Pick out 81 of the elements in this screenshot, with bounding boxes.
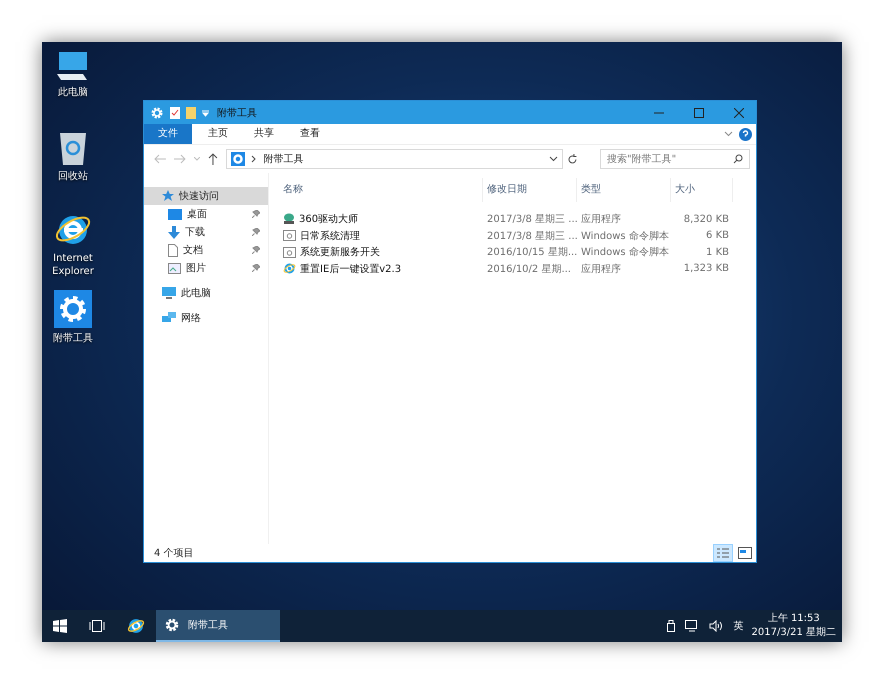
- gear-icon[interactable]: [54, 290, 92, 328]
- up-arrow-icon[interactable]: [208, 153, 218, 165]
- nav-item[interactable]: 文档: [144, 241, 268, 259]
- desktop-icon-label[interactable]: 附带工具: [43, 332, 103, 345]
- nav-item[interactable]: 下载: [144, 223, 268, 241]
- maximize-icon[interactable]: [694, 108, 704, 118]
- pin-icon[interactable]: [252, 264, 260, 272]
- app-icon: [283, 213, 295, 226]
- dropdown-icon[interactable]: [202, 108, 209, 116]
- size-cell-text: 8,320 KB: [682, 214, 730, 225]
- start-icon[interactable]: [53, 619, 67, 633]
- nav-item[interactable]: 快速访问: [144, 187, 268, 205]
- type-cell-text: 应用程序: [580, 262, 622, 276]
- date-cell-text: 2016/10/15 星期...: [486, 246, 577, 260]
- column-header[interactable]: 名称: [279, 178, 483, 202]
- file-name[interactable]: 重置IE后一键设置v2.3: [279, 262, 483, 276]
- taskbar-app-button[interactable]: 附带工具: [156, 610, 280, 642]
- chevron-right-icon: [250, 155, 256, 163]
- pin-icon[interactable]: [252, 246, 260, 254]
- desktop-icon-label[interactable]: Internet Explorer: [43, 252, 103, 278]
- size-cell-text: 1 KB: [705, 246, 730, 258]
- gear-icon: [150, 106, 164, 120]
- file-menu-tab[interactable]: 文件: [144, 124, 192, 144]
- recycle-bin-icon[interactable]: [58, 130, 88, 166]
- download-arrow-icon: [168, 226, 180, 238]
- type-cell-text: Windows 命令脚本: [580, 246, 670, 260]
- nav-item[interactable]: 网络: [144, 309, 268, 327]
- gear-icon: [230, 152, 245, 166]
- network-icon: [162, 312, 176, 324]
- file-name[interactable]: 系统更新服务开关: [279, 245, 483, 260]
- desktop-icon-label[interactable]: 回收站: [43, 170, 103, 183]
- picture-icon: [168, 262, 181, 274]
- network-icon[interactable]: [684, 620, 699, 632]
- size-cell-text: 1,323 KB: [682, 263, 730, 274]
- pin-icon[interactable]: [252, 228, 260, 236]
- column-header[interactable]: 类型: [577, 178, 671, 202]
- window-title: 附带工具: [217, 106, 257, 120]
- date-cell-text: 2016/10/2 星期...: [486, 262, 572, 276]
- search-field[interactable]: 搜索"附带工具": [600, 149, 750, 169]
- desktop-icon-label[interactable]: 此电脑: [43, 86, 103, 99]
- details-view-icon[interactable]: [714, 545, 732, 561]
- nav-item[interactable]: 图片: [144, 259, 268, 277]
- document-icon: [168, 244, 178, 256]
- address-bar[interactable]: 附带工具: [226, 149, 564, 169]
- task-view-icon[interactable]: [89, 620, 105, 632]
- usb-icon[interactable]: [666, 620, 675, 632]
- ie-icon[interactable]: [127, 617, 145, 635]
- ribbon-tab[interactable]: 共享: [244, 124, 284, 144]
- chevron-down-icon[interactable]: [549, 156, 558, 162]
- script-file-icon: [283, 230, 296, 242]
- star-icon: [162, 190, 174, 202]
- ie-icon: [283, 262, 296, 276]
- input-language[interactable]: 英: [734, 619, 744, 633]
- chevron-icon[interactable]: [724, 131, 733, 137]
- computer-icon: [162, 287, 176, 299]
- nav-item[interactable]: 桌面: [144, 205, 268, 223]
- search-icon: [733, 154, 743, 164]
- close-icon[interactable]: [734, 108, 744, 118]
- size-cell-text: 6 KB: [705, 230, 730, 242]
- item-count: 4 个项目: [154, 547, 194, 560]
- type-cell-text: Windows 命令脚本: [580, 230, 670, 243]
- desktop-icon: [168, 208, 182, 220]
- help-icon[interactable]: [739, 128, 752, 140]
- type-cell-text: 应用程序: [580, 212, 622, 226]
- script-file-icon: [283, 246, 296, 258]
- volume-icon[interactable]: [708, 620, 723, 632]
- refresh-icon[interactable]: [567, 154, 578, 164]
- file-name[interactable]: 日常系统清理: [279, 228, 483, 243]
- pin-icon[interactable]: [252, 210, 260, 218]
- gear-icon: [164, 617, 180, 633]
- file-name[interactable]: 360驱动大师: [279, 212, 483, 226]
- column-header[interactable]: 修改日期: [483, 178, 577, 202]
- date-cell-text: 2017/3/8 星期三 ...: [486, 212, 577, 226]
- nav-item[interactable]: 此电脑: [144, 284, 268, 302]
- date-cell-text: 2017/3/8 星期三 ...: [486, 230, 577, 243]
- preview-view-icon[interactable]: [736, 545, 754, 561]
- ribbon-tab[interactable]: 主页: [198, 124, 238, 144]
- properties-icon[interactable]: [170, 106, 180, 118]
- column-header[interactable]: 大小: [671, 178, 733, 202]
- clock[interactable]: 上午 11:53 2017/3/21 星期二: [752, 612, 842, 640]
- ribbon-tab[interactable]: 查看: [290, 124, 330, 144]
